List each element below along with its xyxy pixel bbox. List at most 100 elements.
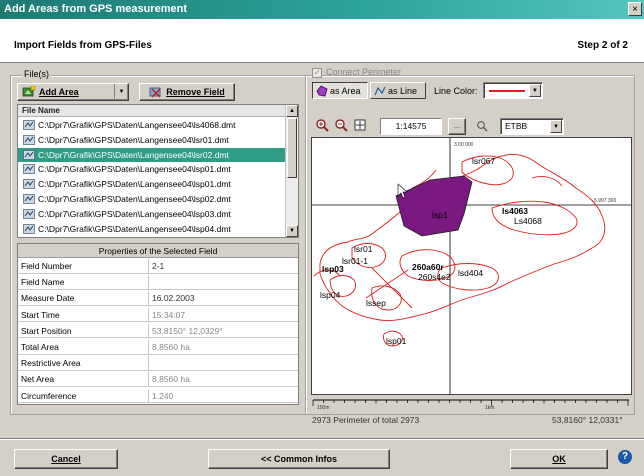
as-line-label: as Line [388,85,418,96]
map-label: lsr01 [354,244,373,254]
property-divider [148,259,149,273]
property-row: Total Area 8,8560 ha [18,340,298,355]
property-key: Total Area [21,342,59,352]
file-list-item[interactable]: C:\Dpr7\Grafik\GPS\Daten\Langensee04\lsr… [18,147,286,162]
property-value: 15:34:07 [152,309,186,320]
properties-table: Properties of the Selected Field Field N… [17,243,299,405]
scroll-thumb[interactable] [287,118,297,178]
map-label: lsd404 [458,268,483,278]
property-key: Circumference [21,390,77,401]
help-icon[interactable]: ? [618,450,632,464]
map-scale-bar: 100m 1km [311,397,632,411]
zoom-out-icon[interactable] [333,117,349,133]
file-list-item[interactable]: C:\Dpr7\Grafik\GPS\Daten\Langensee04\lsp… [18,207,286,221]
cursor-coordinates: 53,8160° 12,0331° [552,415,623,425]
map-label: lsp03 [322,264,344,274]
property-value: 2-1 [152,261,165,271]
selected-field-area[interactable] [395,175,473,237]
remove-field-label: Remove Field [166,87,225,97]
file-list-item[interactable]: C:\Dpr7\Grafik\GPS\Daten\Langensee04\ls4… [18,118,286,132]
property-divider [148,388,149,403]
gps-file-icon [23,149,35,160]
title-bar: Add Areas from GPS measurement [0,0,644,19]
map-view[interactable]: 3.00 000 5.997.300 lsr067 ls4063 Ls4068 … [311,137,632,395]
file-list-item[interactable]: C:\Dpr7\Grafik\GPS\Daten\Langensee04\lsp… [18,177,286,191]
property-row: Start Time 15:34:07 [18,307,298,323]
scroll-down-icon[interactable]: ▼ [286,225,298,237]
axis-right-label: 5.997.300 [594,198,616,204]
gps-file-icon [23,208,35,219]
as-line-toggle[interactable]: as Line [370,82,426,99]
cancel-button[interactable]: Cancel [14,449,118,469]
file-name: C:\Dpr7\Grafik\GPS\Daten\Langensee04\ls4… [38,120,236,130]
property-key: Start Position [21,325,72,336]
remove-field-button[interactable]: Remove Field [139,83,235,101]
area-icon [316,84,328,96]
file-name: C:\Dpr7\Grafik\GPS\Daten\Langensee04\lsr… [38,149,229,160]
add-area-button[interactable]: Add Area ▼ [17,83,129,101]
map-label: Ls4068 [514,216,542,226]
file-list-item[interactable]: C:\Dpr7\Grafik\GPS\Daten\Langensee04\lsp… [18,222,286,236]
map-label: lsr01-1 [342,256,368,266]
scale-apply-icon[interactable]: … [448,118,466,135]
property-value: 8,8560 ha [152,342,190,352]
map-label: 260a60r [412,262,444,272]
scale-left-label: 100m [317,405,330,411]
projection-value: ETBB [505,121,528,131]
files-group-label: File(s) [22,69,51,79]
window-title: Add Areas from GPS measurement [4,3,187,15]
property-divider [148,291,149,306]
gps-file-icon [23,120,35,130]
property-key: Restrictive Area [21,358,81,369]
scroll-up-icon[interactable]: ▲ [286,105,298,117]
property-row: Measure Date 16.02.2003 [18,291,298,307]
property-divider [148,372,149,387]
line-color-select[interactable]: ▼ [483,82,543,99]
zoom-in-icon[interactable] [314,117,330,133]
properties-title: Properties of the Selected Field [18,244,298,258]
property-divider [148,275,149,289]
projection-select[interactable]: ETBB ▼ [500,118,564,135]
property-value: 53,8150° 12,0329° [152,325,223,336]
close-button[interactable]: × [628,2,642,16]
property-divider [148,340,149,354]
common-infos-button[interactable]: << Common Infos [208,449,390,469]
map-label: lsr067 [472,156,495,166]
search-icon[interactable] [474,118,490,134]
line-color-label: Line Color: [434,86,478,96]
property-value: 16.02.2003 [152,293,195,304]
gps-file-icon [23,134,35,145]
property-key: Field Name [21,277,65,288]
add-area-icon [22,86,36,97]
property-key: Measure Date [21,293,75,304]
common-infos-label: << Common Infos [260,454,337,464]
file-list-item[interactable]: C:\Dpr7\Grafik\GPS\Daten\Langensee04\lsp… [18,192,286,206]
scale-right-label: 1km [485,405,494,411]
file-name: C:\Dpr7\Grafik\GPS\Daten\Langensee04\lsr… [38,134,229,145]
file-name: C:\Dpr7\Grafik\GPS\Daten\Langensee04\lsp… [38,194,231,204]
remove-field-icon [149,87,161,98]
file-list-item[interactable]: C:\Dpr7\Grafik\GPS\Daten\Langensee04\lsr… [18,133,286,147]
scale-field[interactable]: 1:14575 [380,118,442,135]
file-name: C:\Dpr7\Grafik\GPS\Daten\Langensee04\lsp… [38,223,231,234]
property-value: 8,8560 ha [152,374,190,385]
ok-button[interactable]: OK [510,449,608,469]
property-key: Net Area [21,374,55,385]
file-list-header: File Name [18,105,286,117]
zoom-extent-icon[interactable] [352,117,368,133]
add-area-dropdown-icon[interactable]: ▼ [114,84,128,100]
as-area-toggle[interactable]: as Area [312,82,368,99]
connect-perimeter-checkbox[interactable]: ✓ [312,68,322,78]
file-list-scrollbar[interactable]: ▲ ▼ [285,105,298,237]
map-label: ls4063 [502,206,528,216]
line-color-swatch [489,90,525,92]
property-row: Net Area 8,8560 ha [18,372,298,388]
property-divider [148,356,149,370]
gps-file-icon [23,164,35,175]
file-list-item[interactable]: C:\Dpr7\Grafik\GPS\Daten\Langensee04\lsp… [18,162,286,176]
map-canvas: 3.00 000 5.997.300 lsr067 ls4063 Ls4068 … [312,138,631,394]
file-name: C:\Dpr7\Grafik\GPS\Daten\Langensee04\lsp… [38,208,231,219]
property-row: Circumference 1.240 [18,388,298,404]
property-row: Field Number 2-1 [18,259,298,274]
file-list[interactable]: File Name C:\Dpr7\Grafik\GPS\Daten\Lange… [17,104,299,238]
